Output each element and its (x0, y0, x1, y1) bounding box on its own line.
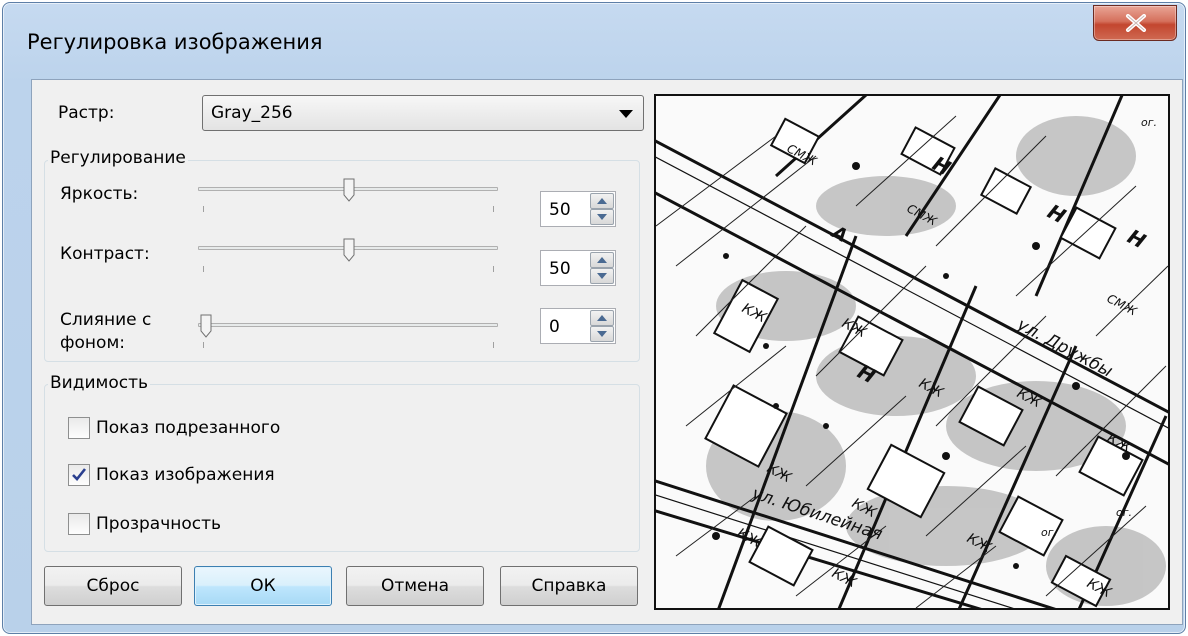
brightness-label: Яркость: (60, 184, 139, 204)
dialog-title: Регулировка изображения (27, 30, 323, 54)
svg-text:ог.: ог. (1116, 506, 1132, 519)
cancel-button[interactable]: Отмена (346, 566, 484, 606)
slider-tick (493, 266, 494, 272)
brightness-slider-thumb[interactable] (343, 178, 355, 202)
dialog-window: Регулировка изображения Растр: Gray_256 … (2, 2, 1186, 634)
checkmark-icon (72, 468, 87, 481)
contrast-value: 50 (549, 259, 571, 279)
brightness-value: 50 (549, 200, 571, 220)
slider-tick (203, 206, 204, 212)
transparency-label[interactable]: Прозрачность (96, 514, 221, 534)
ok-button[interactable]: ОК (194, 566, 332, 606)
raster-select-value: Gray_256 (211, 103, 293, 123)
chevron-down-icon (619, 110, 633, 118)
slider-tick (203, 342, 204, 348)
visibility-group-legend: Видимость (48, 373, 151, 393)
blend-value: 0 (549, 317, 560, 337)
help-button[interactable]: Справка (500, 566, 638, 606)
blend-spinbox[interactable]: 0 (540, 308, 616, 344)
raster-select[interactable]: Gray_256 (202, 95, 644, 131)
adjust-group-legend: Регулирование (48, 148, 188, 168)
dialog-client-area: Растр: Gray_256 Регулирование Яркость: 5… (31, 79, 1183, 628)
slider-tick (493, 342, 494, 348)
svg-text:ог.: ог. (1141, 116, 1157, 129)
transparency-checkbox[interactable] (68, 513, 90, 535)
blend-slider-thumb[interactable] (200, 314, 212, 338)
contrast-down-button[interactable] (590, 268, 614, 284)
close-x-icon (1126, 14, 1146, 32)
contrast-label: Контраст: (60, 244, 150, 264)
contrast-spinbox[interactable]: 50 (540, 250, 616, 286)
show-clipped-checkbox[interactable] (68, 417, 90, 439)
show-image-checkbox[interactable] (68, 464, 90, 486)
map-preview-image: А ул. Дружбы ул. Юбилейная Н Н Н Н КЖ КЖ… (645, 84, 1177, 628)
brightness-down-button[interactable] (590, 209, 614, 225)
brightness-up-button[interactable] (590, 193, 614, 209)
blend-down-button[interactable] (590, 326, 614, 342)
close-button[interactable] (1093, 5, 1177, 41)
blend-slider-track (198, 323, 498, 327)
contrast-up-button[interactable] (590, 252, 614, 268)
blend-up-button[interactable] (590, 310, 614, 326)
reset-button[interactable]: Сброс (44, 566, 182, 606)
blend-label-line2: фоном: (60, 333, 126, 353)
svg-text:ог.: ог. (1041, 526, 1057, 539)
slider-tick (203, 266, 204, 272)
raster-label: Растр: (58, 103, 115, 123)
image-preview: А ул. Дружбы ул. Юбилейная Н Н Н Н КЖ КЖ… (645, 84, 1177, 628)
slider-tick (493, 206, 494, 212)
brightness-spinbox[interactable]: 50 (540, 191, 616, 227)
contrast-slider-thumb[interactable] (343, 238, 355, 262)
show-image-label[interactable]: Показ изображения (96, 465, 275, 485)
blend-label-line1: Слияние с (60, 310, 152, 330)
show-clipped-label[interactable]: Показ подрезанного (96, 418, 280, 438)
